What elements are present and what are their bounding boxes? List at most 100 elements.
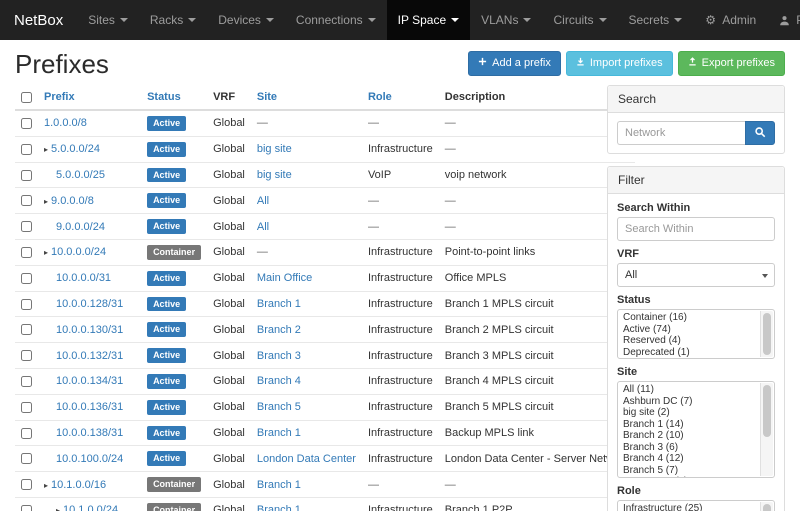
site-link[interactable]: Branch 1 [257,427,301,439]
nav-item-devices[interactable]: Devices [207,0,285,40]
site-link[interactable]: Branch 5 [257,401,301,413]
row-checkbox[interactable] [21,350,32,361]
site-link[interactable]: Branch 1 [257,479,301,491]
sort-link-prefix[interactable]: Prefix [44,91,75,103]
row-checkbox[interactable] [21,247,32,258]
search-input[interactable] [617,121,745,145]
site-link[interactable]: big site [257,169,292,181]
site-link[interactable]: Branch 3 [257,350,301,362]
prefix-link[interactable]: 10.0.0.134/31 [56,375,123,387]
sort-link-status[interactable]: Status [147,91,181,103]
search-within-input[interactable] [617,217,775,241]
nav-item-admin[interactable]: ⚙Admin [693,0,767,40]
site-link[interactable]: Branch 2 [257,324,301,336]
site-option[interactable]: Branch 3 (6) [620,442,758,454]
row-checkbox[interactable] [21,170,32,181]
row-checkbox[interactable] [21,221,32,232]
status-option[interactable]: Reserved (4) [620,335,758,347]
status-option[interactable]: Container (16) [620,312,758,324]
vrf-text: Global [213,350,245,362]
nav-item-vlans[interactable]: VLANs [470,0,542,40]
nav-item-secrets[interactable]: Secrets [618,0,694,40]
export-prefixes-button[interactable]: Export prefixes [678,51,785,76]
listbox-scrollbar[interactable] [760,502,773,511]
site-link[interactable]: Main Office [257,272,312,284]
site-option[interactable]: Ashburn DC (7) [620,396,758,408]
column-header-description: Description [439,85,636,110]
site-link[interactable]: All [257,195,269,207]
prefix-link[interactable]: 5.0.0.0/25 [56,169,105,181]
empty-value: — [445,117,456,129]
row-checkbox[interactable] [21,118,32,129]
import-prefixes-button[interactable]: Import prefixes [566,51,673,76]
row-checkbox[interactable] [21,299,32,310]
table-row: 5.0.0.0/25ActiveGlobalbig siteVoIPvoip n… [15,162,635,188]
role-option[interactable]: Infrastructure (25) [620,503,758,511]
plus-icon [478,57,487,70]
table-row: 10.0.0.134/31ActiveGlobalBranch 4Infrast… [15,368,635,394]
site-link[interactable]: Branch 1 [257,298,301,310]
status-badge: Active [147,400,186,415]
vrf-text: Global [213,195,245,207]
nav-item-profile[interactable]: Profile [767,0,800,40]
nav-item-connections[interactable]: Connections [285,0,387,40]
site-option[interactable]: Branch 5 (7) [620,465,758,477]
row-checkbox[interactable] [21,376,32,387]
site-link[interactable]: Branch 4 [257,375,301,387]
site-link[interactable]: big site [257,143,292,155]
prefix-link[interactable]: 10.0.0.130/31 [56,324,123,336]
site-link[interactable]: London Data Center [257,453,356,465]
site-option[interactable]: Branch 2 (10) [620,430,758,442]
prefix-link[interactable]: 10.0.100.0/24 [56,453,123,465]
nav-item-ip-space[interactable]: IP Space [387,0,470,40]
vrf-text: Global [213,453,245,465]
listbox-scrollbar[interactable] [760,383,773,476]
row-checkbox[interactable] [21,195,32,206]
row-checkbox[interactable] [21,402,32,413]
prefix-link[interactable]: 5.0.0.0/24 [51,143,100,155]
status-option[interactable]: Deprecated (1) [620,347,758,359]
site-option[interactable]: Branch 1 (14) [620,419,758,431]
row-checkbox[interactable] [21,479,32,490]
listbox-scrollbar[interactable] [760,311,773,357]
prefix-link[interactable]: 10.1.0.0/24 [63,504,118,511]
sort-link-role[interactable]: Role [368,91,392,103]
nav-item-racks[interactable]: Racks [139,0,207,40]
prefix-link[interactable]: 10.0.0.132/31 [56,350,123,362]
row-checkbox[interactable] [21,324,32,335]
site-link[interactable]: All [257,221,269,233]
prefix-link[interactable]: 10.0.0.128/31 [56,298,123,310]
sort-link-site[interactable]: Site [257,91,277,103]
brand[interactable]: NetBox [0,0,77,40]
site-option[interactable]: big site (2) [620,407,758,419]
row-checkbox[interactable] [21,428,32,439]
row-checkbox[interactable] [21,505,32,511]
row-checkbox[interactable] [21,144,32,155]
prefix-link[interactable]: 9.0.0.0/8 [51,195,94,207]
row-checkbox[interactable] [21,453,32,464]
site-link[interactable]: Branch 1 [257,504,301,511]
empty-value: — [445,221,456,233]
status-badge: Container [147,477,201,492]
prefix-link[interactable]: 10.1.0.0/16 [51,479,106,491]
prefix-link[interactable]: 1.0.0.0/8 [44,117,87,129]
site-option[interactable]: COL0-1-24 (4) [620,476,758,477]
search-button[interactable] [745,121,775,145]
prefix-link[interactable]: 10.0.0.136/31 [56,401,123,413]
vrf-select[interactable]: All [617,263,775,287]
nav-item-circuits[interactable]: Circuits [542,0,617,40]
prefix-link[interactable]: 9.0.0.0/24 [56,221,105,233]
status-badge: Active [147,271,186,286]
site-option[interactable]: All (11) [620,384,758,396]
site-option[interactable]: Branch 4 (12) [620,453,758,465]
prefix-link[interactable]: 10.0.0.0/31 [56,272,111,284]
prefix-link[interactable]: 10.0.0.138/31 [56,427,123,439]
export-icon [688,57,697,70]
prefix-link[interactable]: 10.0.0.0/24 [51,246,106,258]
role-text: VoIP [368,169,391,181]
add-prefix-button[interactable]: Add a prefix [468,51,561,76]
row-checkbox[interactable] [21,273,32,284]
status-option[interactable]: Active (74) [620,324,758,336]
nav-item-sites[interactable]: Sites [77,0,139,40]
select-all-checkbox[interactable] [21,92,32,103]
